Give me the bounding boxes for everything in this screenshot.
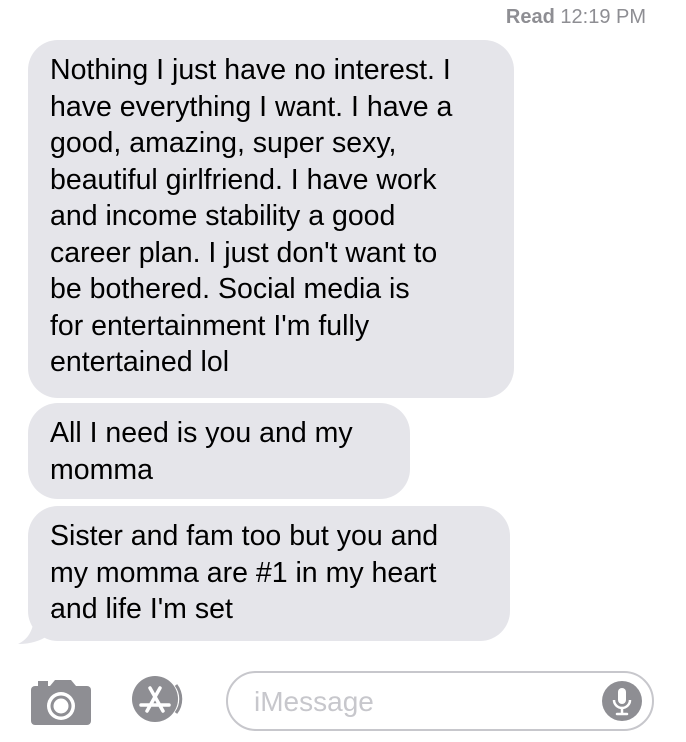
message-input[interactable]: iMessage [226, 671, 654, 731]
dictation-button[interactable] [602, 681, 642, 721]
microphone-icon [612, 688, 632, 716]
camera-button[interactable] [30, 678, 92, 726]
message-placeholder: iMessage [254, 686, 374, 717]
read-time: 12:19 PM [560, 6, 646, 28]
read-receipt: Read 12:19 PM [506, 6, 646, 29]
bubble-tail [18, 614, 52, 644]
apps-button[interactable] [128, 676, 198, 724]
message-bubble[interactable]: All I need is you and my momma [28, 403, 410, 499]
app-store-icon [132, 676, 183, 722]
read-status-label: Read [505, 6, 555, 28]
camera-icon [31, 680, 91, 725]
message-bubble[interactable]: Nothing I just have no interest. I have … [28, 40, 514, 398]
message-bubble[interactable]: Sister and fam too but you and my momma … [28, 506, 510, 641]
